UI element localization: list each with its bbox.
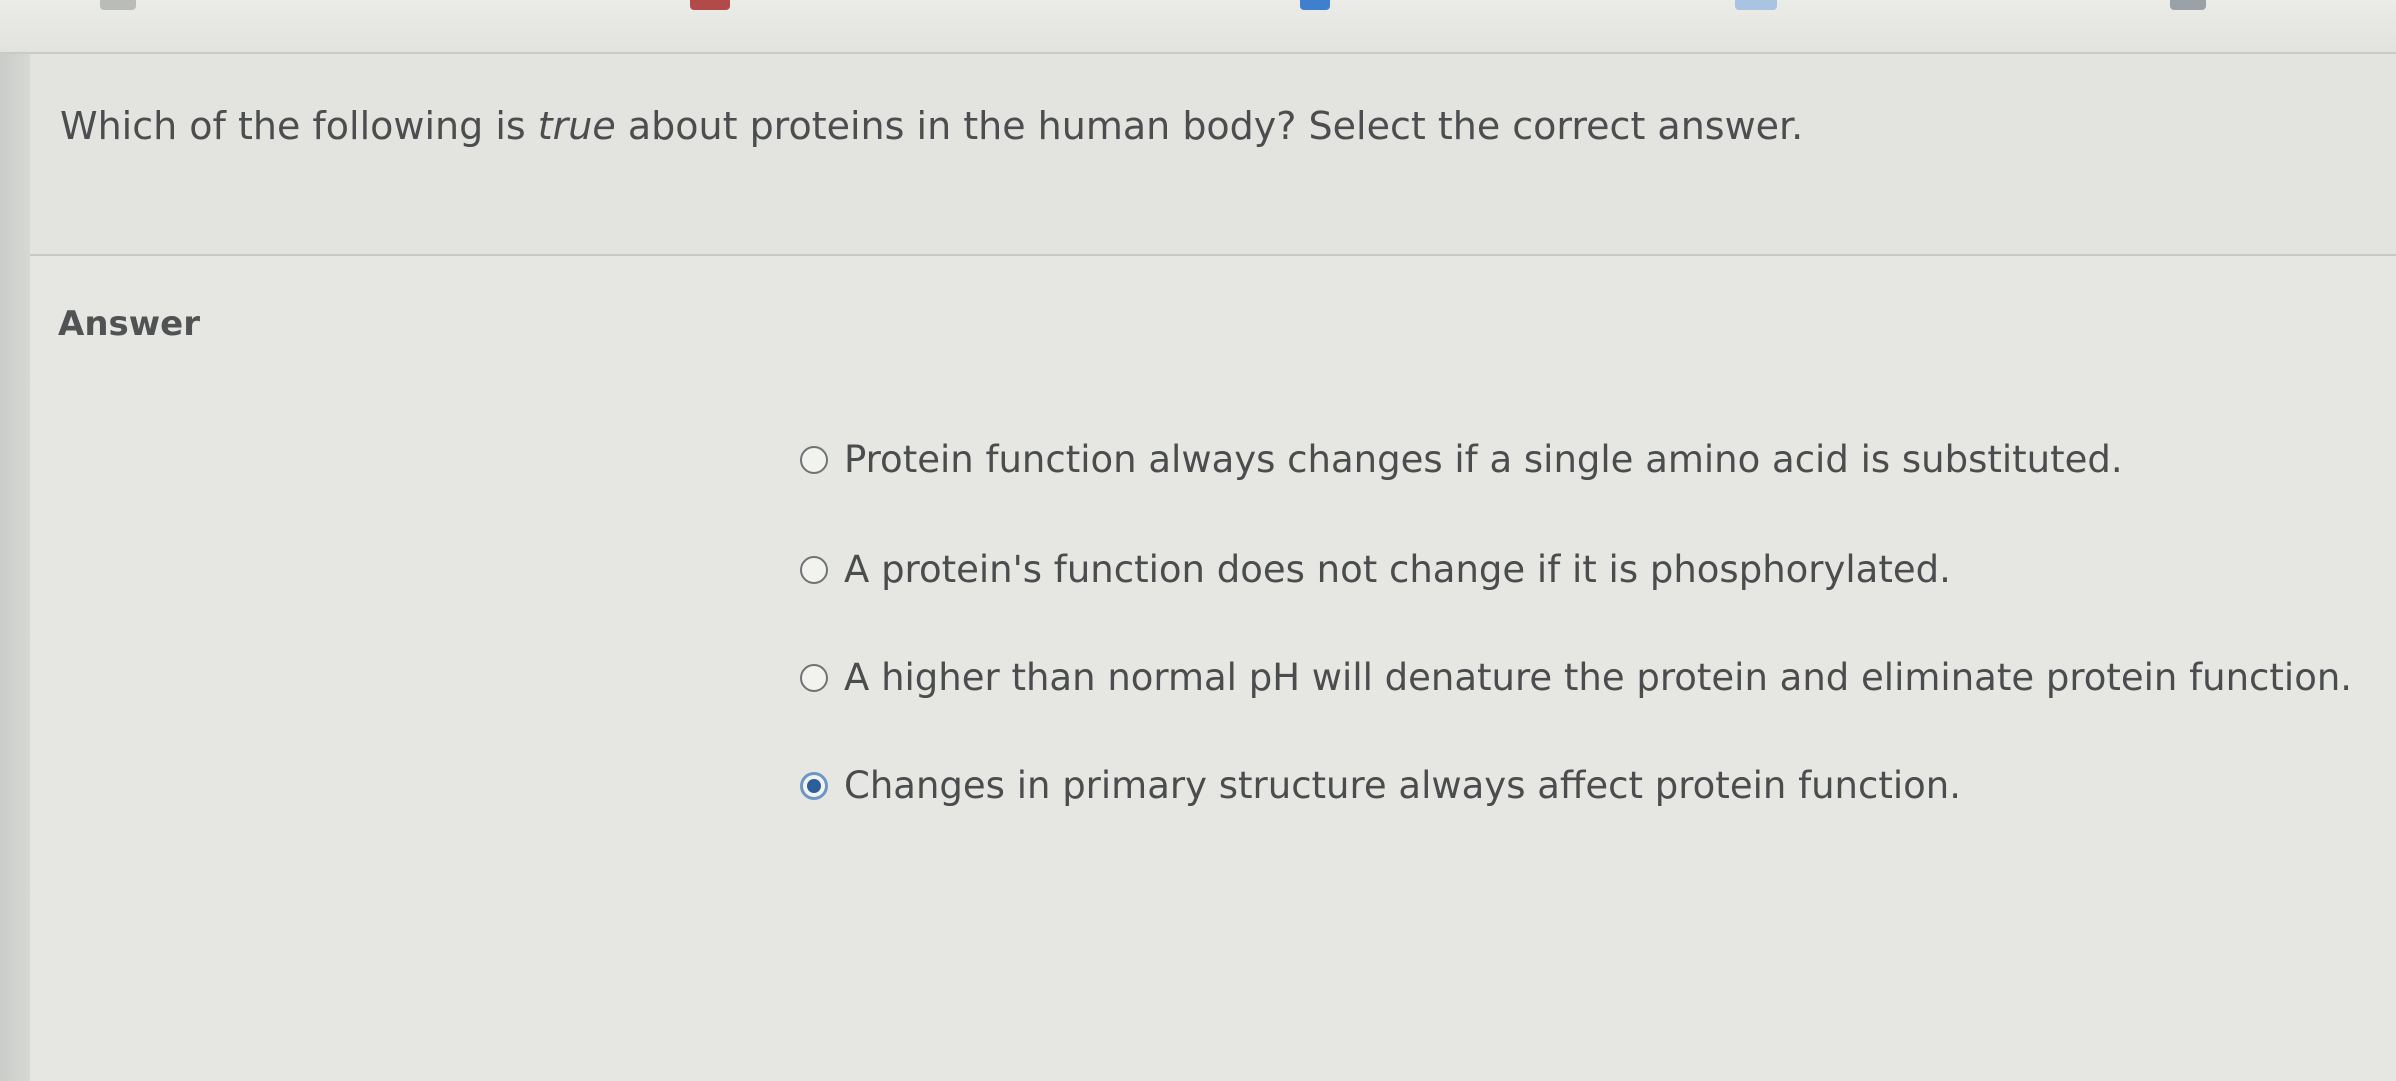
radio-button-icon[interactable] <box>800 663 828 692</box>
tab-fragment <box>1735 0 1777 10</box>
tab-fragment <box>690 0 730 10</box>
radio-button-icon[interactable] <box>800 555 828 584</box>
answer-option-3[interactable]: A higher than normal pH will denature th… <box>800 656 2352 699</box>
answer-option-label: A protein's function does not change if … <box>844 548 1951 591</box>
answer-option-4[interactable]: Changes in primary structure always affe… <box>800 764 1961 807</box>
tab-fragment <box>1300 0 1330 10</box>
answer-option-1[interactable]: Protein function always changes if a sin… <box>800 438 2123 481</box>
answer-option-label: Protein function always changes if a sin… <box>844 438 2123 481</box>
question-panel: Which of the following is true about pro… <box>30 54 2396 1081</box>
question-text-emphasis: true <box>537 104 616 148</box>
tab-fragment <box>100 0 136 10</box>
question-text-start: Which of the following is <box>60 104 538 148</box>
answer-heading: Answer <box>58 304 200 344</box>
answer-option-label: A higher than normal pH will denature th… <box>844 656 2353 699</box>
radio-button-icon[interactable] <box>800 445 828 474</box>
answer-option-label: Changes in primary structure always affe… <box>844 764 1961 807</box>
question-text-end: about proteins in the human body? Select… <box>615 104 1804 148</box>
tab-fragment <box>2170 0 2206 10</box>
question-text: Which of the following is true about pro… <box>60 104 1803 148</box>
question-area: Which of the following is true about pro… <box>30 54 2396 254</box>
radio-button-selected-icon[interactable] <box>800 771 828 800</box>
divider <box>30 254 2396 256</box>
left-gutter <box>0 54 30 1081</box>
browser-top-strip <box>0 0 2396 54</box>
answer-option-2[interactable]: A protein's function does not change if … <box>800 548 1951 591</box>
